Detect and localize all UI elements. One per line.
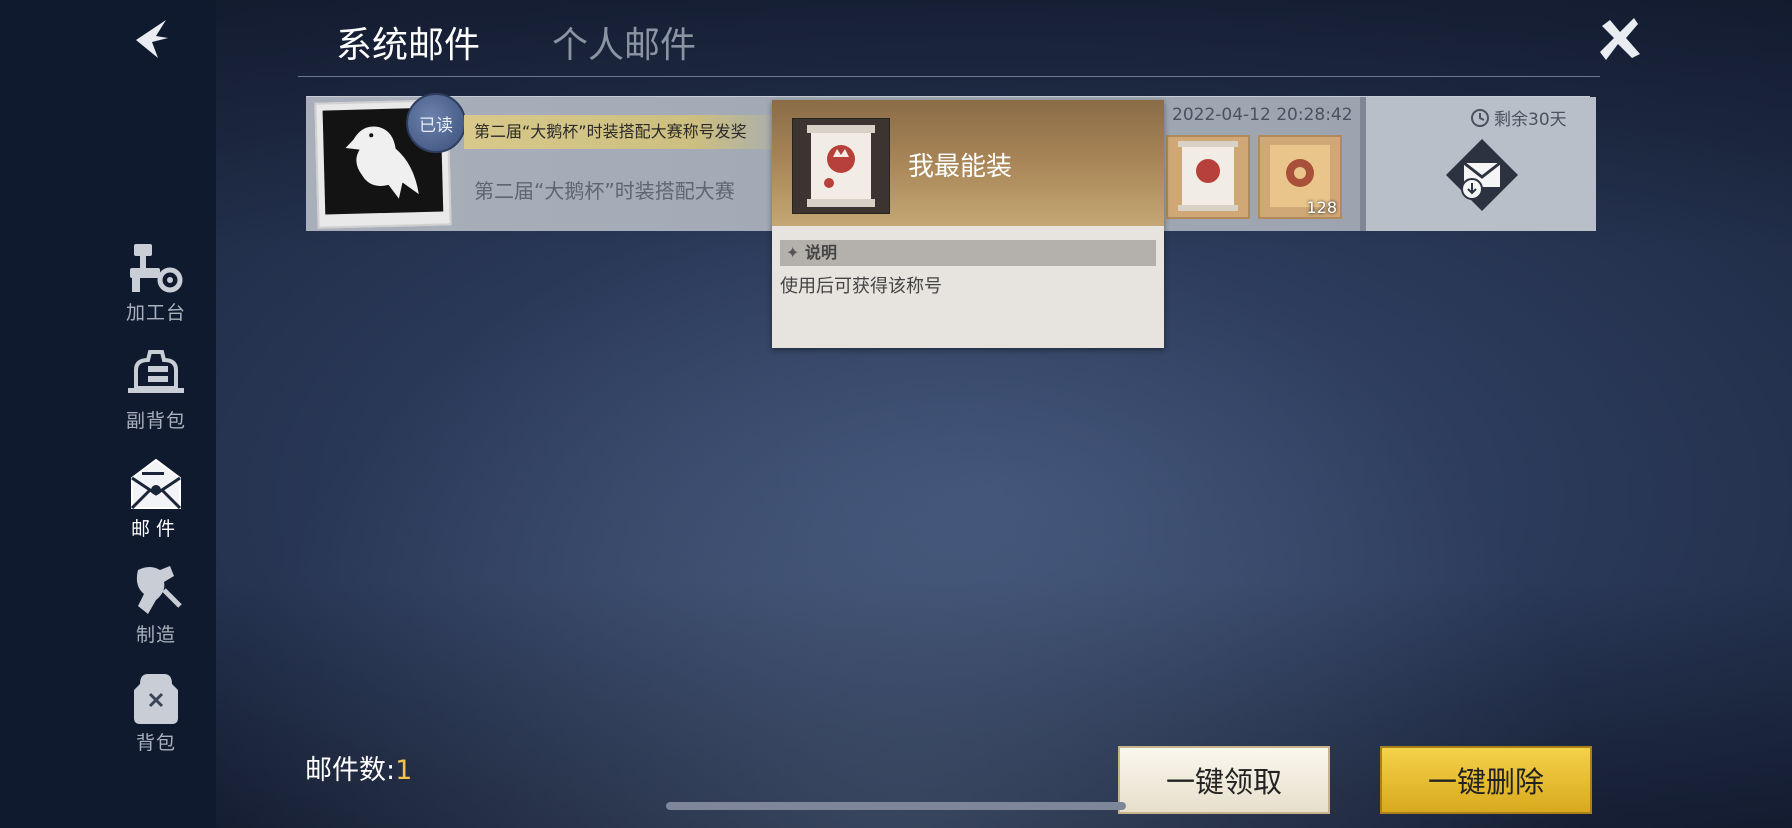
sidebar-item-label: 副背包 <box>125 410 186 432</box>
tooltip-section-title: ✦ 说明 <box>780 240 1156 266</box>
backpack-icon <box>126 670 186 726</box>
mail-count-value: 1 <box>395 755 413 786</box>
claim-all-button[interactable]: 一键领取 <box>1118 746 1330 814</box>
sidebar-item-label: 邮件 <box>130 518 181 540</box>
item-icon <box>792 118 890 214</box>
section-title-text: 说明 <box>804 243 837 262</box>
item-tooltip: 我最能装 ✦ 说明 使用后可获得该称号 <box>772 100 1164 348</box>
mail-count-label: 邮件数: <box>305 755 396 786</box>
read-badge: 已读 <box>406 93 466 153</box>
clock-icon <box>1471 108 1489 127</box>
mail-preview: 第二届“大鹅杯”时装搭配大赛 <box>474 179 735 203</box>
delete-all-button[interactable]: 一键删除 <box>1380 746 1592 814</box>
scroll-title-icon <box>807 125 875 207</box>
secondary-bag-icon <box>126 348 186 404</box>
back-button[interactable] <box>132 18 172 60</box>
expire-text: 剩余30天 <box>1494 110 1567 130</box>
craft-icon <box>126 562 186 618</box>
mail-icon <box>126 456 186 512</box>
sidebar-item-label: 加工台 <box>125 302 186 324</box>
close-button[interactable] <box>1596 16 1642 62</box>
mail-count: 邮件数:1 <box>305 748 412 787</box>
sidebar-item-label: 制造 <box>135 624 176 646</box>
reward-count: 128 <box>1306 198 1337 217</box>
item-name: 我最能装 <box>908 152 1013 182</box>
sidebar-item-secondary-bag[interactable]: 副背包 <box>112 348 200 433</box>
diamond-icon: ✦ <box>786 243 800 262</box>
expire-label: 剩余30天 <box>1470 105 1567 130</box>
sidebar: 加工台 副背包 邮件 制造 背包 <box>0 0 216 828</box>
tab-personal-mail[interactable]: 个人邮件 <box>552 16 696 68</box>
mail-claim-icon <box>1446 139 1518 211</box>
workbench-icon <box>126 240 186 296</box>
close-icon <box>1600 18 1640 60</box>
sidebar-item-backpack[interactable]: 背包 <box>112 670 200 755</box>
reward-item[interactable]: 128 <box>1258 135 1342 219</box>
home-indicator[interactable] <box>666 802 1126 810</box>
tab-system-mail[interactable]: 系统邮件 <box>336 16 480 68</box>
tab-divider <box>298 76 1600 77</box>
scroll-title-icon <box>1178 141 1238 211</box>
mail-date: 2022-04-12 20:28:42 <box>1172 105 1353 125</box>
reward-item[interactable] <box>1166 135 1250 219</box>
sidebar-item-label: 背包 <box>135 732 176 754</box>
item-description: 使用后可获得该称号 <box>780 276 942 297</box>
claim-mail-button[interactable] <box>1442 135 1522 215</box>
back-arrow-icon <box>136 20 168 58</box>
sidebar-item-craft[interactable]: 制造 <box>112 562 200 647</box>
mail-subject: 第二届“大鹅杯”时装搭配大赛称号发奖 <box>464 115 794 149</box>
sidebar-item-mail[interactable]: 邮件 <box>112 456 200 541</box>
sidebar-item-workbench[interactable]: 加工台 <box>112 240 200 325</box>
